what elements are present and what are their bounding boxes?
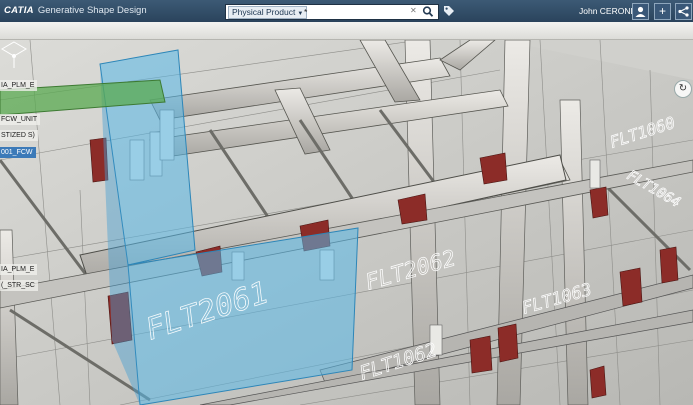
structural-model: FLT2061 FLT2062 FLT1062 FLT1063 FLT1060 … — [0, 40, 693, 405]
magnifier-icon[interactable] — [421, 5, 435, 18]
user-name[interactable]: John CERONE — [579, 6, 636, 16]
workbench-name: Generative Shape Design — [37, 5, 147, 16]
clear-search-icon[interactable]: ✕ — [410, 6, 417, 15]
chevron-down-icon: ▼ — [297, 11, 304, 17]
app-title: CATIA Generative Shape Design — [4, 5, 147, 16]
search-input[interactable] — [304, 6, 404, 17]
action-bar — [0, 22, 693, 40]
search-scope-label: Physical Product — [232, 7, 296, 17]
navigation-arrow-icon[interactable]: ↻ — [674, 80, 692, 98]
top-bar: CATIA Generative Shape Design Physical Pr… — [0, 0, 693, 22]
tree-item[interactable]: STIZED S) — [0, 130, 38, 141]
search-scope-dropdown[interactable]: Physical Product ▼ — [228, 6, 308, 19]
3d-viewport[interactable]: FLT2061 FLT2062 FLT1062 FLT1063 FLT1060 … — [0, 40, 693, 405]
tree-item[interactable]: (_STR_SC — [0, 280, 38, 291]
plus-icon[interactable]: + — [654, 3, 671, 20]
tree-item[interactable]: FCW_UNIT — [0, 114, 41, 125]
compass-icon[interactable] — [0, 40, 28, 70]
brand-logo: CATIA — [4, 5, 34, 16]
tree-item[interactable]: IA_PLM_E — [0, 264, 38, 275]
search-box[interactable]: Physical Product▼ ✕ — [225, 4, 439, 20]
user-icon[interactable] — [632, 3, 649, 20]
tag-icon[interactable] — [443, 5, 455, 17]
tree-item[interactable]: IA_PLM_E — [0, 80, 38, 91]
tree-item-selected[interactable]: 001_FCW — [0, 147, 36, 158]
share-icon[interactable] — [675, 3, 692, 20]
